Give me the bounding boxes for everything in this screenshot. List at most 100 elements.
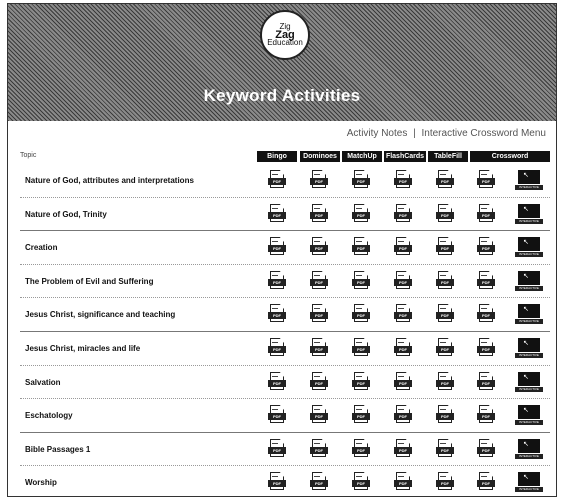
pdf-document-icon[interactable]: PDF	[436, 338, 454, 358]
pdf-document-icon[interactable]: PDF	[394, 237, 412, 257]
pdf-label: PDF	[441, 213, 449, 218]
row-topic: Jesus Christ, significance and teaching	[25, 310, 176, 319]
pdf-document-icon[interactable]: PDF	[436, 439, 454, 459]
pdf-label: PDF	[441, 280, 449, 285]
pdf-document-icon[interactable]: PDF	[477, 439, 495, 459]
interactive-crossword-icon[interactable]: ↖ INTERACTIVE	[515, 472, 543, 492]
pdf-label: PDF	[482, 313, 490, 318]
pdf-document-icon[interactable]: PDF	[352, 170, 370, 190]
pdf-document-icon[interactable]: PDF	[477, 204, 495, 224]
pdf-document-icon[interactable]: PDF	[268, 170, 286, 190]
topic-column-header: Topic	[20, 152, 37, 159]
pdf-document-icon[interactable]: PDF	[394, 204, 412, 224]
pdf-document-icon[interactable]: PDF	[310, 204, 328, 224]
pdf-document-icon[interactable]: PDF	[352, 472, 370, 492]
pdf-document-icon[interactable]: PDF	[477, 472, 495, 492]
interactive-crossword-icon[interactable]: ↖ INTERACTIVE	[515, 372, 543, 392]
pdf-label: PDF	[273, 313, 281, 318]
pdf-label: PDF	[273, 246, 281, 251]
pdf-document-icon[interactable]: PDF	[477, 304, 495, 324]
pdf-document-icon[interactable]: PDF	[352, 304, 370, 324]
pdf-document-icon[interactable]: PDF	[268, 237, 286, 257]
pdf-label: PDF	[315, 481, 323, 486]
row-topic: Nature of God, Trinity	[25, 210, 107, 219]
pdf-document-icon[interactable]: PDF	[436, 304, 454, 324]
pdf-document-icon[interactable]: PDF	[477, 338, 495, 358]
pdf-label: PDF	[315, 414, 323, 419]
pdf-document-icon[interactable]: PDF	[394, 304, 412, 324]
interactive-crossword-icon[interactable]: ↖ INTERACTIVE	[515, 304, 543, 324]
pdf-document-icon[interactable]: PDF	[394, 170, 412, 190]
pdf-document-icon[interactable]: PDF	[310, 472, 328, 492]
zigzag-logo[interactable]: Zig Zag Education	[260, 10, 310, 60]
pdf-document-icon[interactable]: PDF	[436, 204, 454, 224]
pdf-document-icon[interactable]: PDF	[394, 271, 412, 291]
pdf-document-icon[interactable]: PDF	[436, 405, 454, 425]
pdf-document-icon[interactable]: PDF	[352, 237, 370, 257]
pdf-label: PDF	[399, 280, 407, 285]
activity-notes-link[interactable]: Activity Notes	[347, 128, 408, 139]
pdf-document-icon[interactable]: PDF	[310, 338, 328, 358]
pdf-document-icon[interactable]: PDF	[268, 204, 286, 224]
pdf-label: PDF	[357, 246, 365, 251]
pdf-document-icon[interactable]: PDF	[268, 439, 286, 459]
pdf-document-icon[interactable]: PDF	[310, 271, 328, 291]
pdf-document-icon[interactable]: PDF	[477, 405, 495, 425]
pdf-document-icon[interactable]: PDF	[352, 271, 370, 291]
interactive-crossword-icon[interactable]: ↖ INTERACTIVE	[515, 170, 543, 190]
pdf-document-icon[interactable]: PDF	[477, 170, 495, 190]
pdf-label: PDF	[399, 481, 407, 486]
pdf-document-icon[interactable]: PDF	[477, 271, 495, 291]
row-topic: Worship	[25, 478, 57, 487]
pdf-document-icon[interactable]: PDF	[268, 338, 286, 358]
pdf-document-icon[interactable]: PDF	[436, 472, 454, 492]
pdf-document-icon[interactable]: PDF	[310, 439, 328, 459]
header-banner: Zig Zag Education Keyword Activities	[8, 4, 556, 121]
pdf-label: PDF	[482, 448, 490, 453]
row-divider	[20, 331, 550, 332]
pdf-label: PDF	[399, 414, 407, 419]
pdf-document-icon[interactable]: PDF	[394, 338, 412, 358]
pdf-document-icon[interactable]: PDF	[352, 372, 370, 392]
pdf-label: PDF	[441, 313, 449, 318]
pdf-document-icon[interactable]: PDF	[268, 304, 286, 324]
pdf-label: PDF	[441, 246, 449, 251]
crossword-label: INTERACTIVE	[519, 387, 539, 391]
interactive-crossword-icon[interactable]: ↖ INTERACTIVE	[515, 439, 543, 459]
pdf-label: PDF	[273, 481, 281, 486]
pdf-document-icon[interactable]: PDF	[477, 237, 495, 257]
pdf-document-icon[interactable]: PDF	[394, 405, 412, 425]
pdf-document-icon[interactable]: PDF	[477, 372, 495, 392]
pdf-label: PDF	[315, 313, 323, 318]
pdf-document-icon[interactable]: PDF	[268, 405, 286, 425]
interactive-crossword-icon[interactable]: ↖ INTERACTIVE	[515, 405, 543, 425]
pdf-document-icon[interactable]: PDF	[352, 405, 370, 425]
pdf-document-icon[interactable]: PDF	[352, 439, 370, 459]
pdf-document-icon[interactable]: PDF	[268, 472, 286, 492]
pdf-document-icon[interactable]: PDF	[310, 304, 328, 324]
pdf-label: PDF	[315, 448, 323, 453]
interactive-crossword-icon[interactable]: ↖ INTERACTIVE	[515, 271, 543, 291]
pdf-document-icon[interactable]: PDF	[268, 372, 286, 392]
pdf-document-icon[interactable]: PDF	[394, 439, 412, 459]
interactive-crossword-menu-link[interactable]: Interactive Crossword Menu	[422, 128, 547, 139]
pdf-document-icon[interactable]: PDF	[310, 237, 328, 257]
pdf-document-icon[interactable]: PDF	[436, 237, 454, 257]
pdf-document-icon[interactable]: PDF	[310, 405, 328, 425]
pdf-document-icon[interactable]: PDF	[436, 170, 454, 190]
pdf-document-icon[interactable]: PDF	[436, 372, 454, 392]
pdf-document-icon[interactable]: PDF	[352, 338, 370, 358]
pdf-document-icon[interactable]: PDF	[394, 472, 412, 492]
pdf-document-icon[interactable]: PDF	[352, 204, 370, 224]
pdf-document-icon[interactable]: PDF	[310, 372, 328, 392]
cursor-icon: ↖	[523, 273, 529, 280]
interactive-crossword-icon[interactable]: ↖ INTERACTIVE	[515, 204, 543, 224]
pdf-label: PDF	[273, 280, 281, 285]
pdf-document-icon[interactable]: PDF	[394, 372, 412, 392]
interactive-crossword-icon[interactable]: ↖ INTERACTIVE	[515, 338, 543, 358]
pdf-label: PDF	[357, 381, 365, 386]
pdf-document-icon[interactable]: PDF	[268, 271, 286, 291]
pdf-document-icon[interactable]: PDF	[310, 170, 328, 190]
pdf-document-icon[interactable]: PDF	[436, 271, 454, 291]
interactive-crossword-icon[interactable]: ↖ INTERACTIVE	[515, 237, 543, 257]
